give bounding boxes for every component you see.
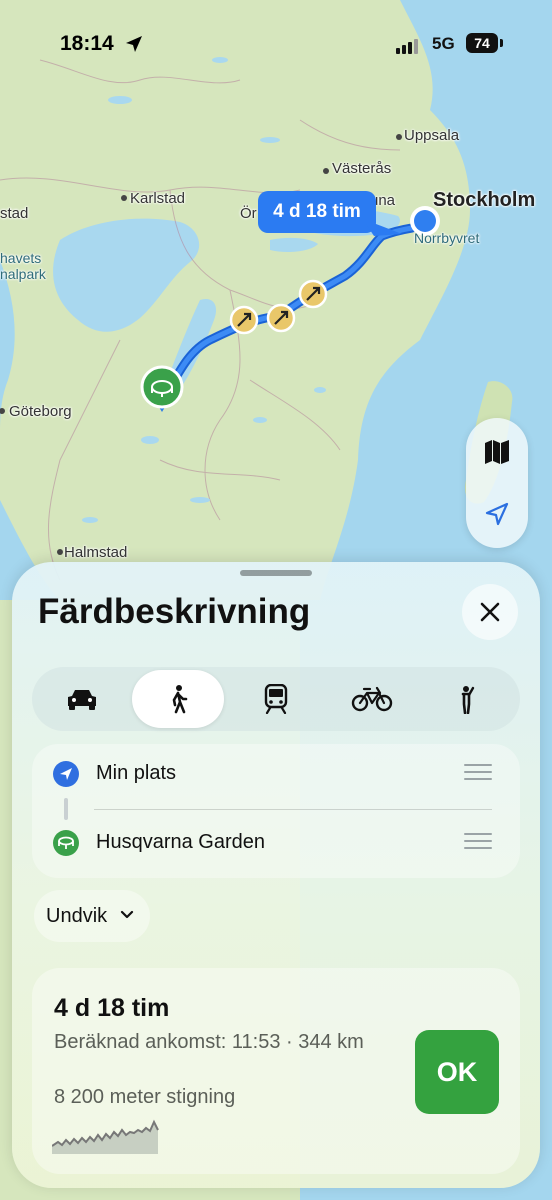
recenter-button[interactable]	[466, 484, 528, 544]
battery-tip	[500, 39, 503, 47]
map-label-nalpark: nalpark	[0, 266, 46, 282]
stop-destination[interactable]: Husqvarna Garden	[32, 813, 520, 873]
stop-origin-label: Min plats	[96, 762, 177, 784]
avoid-label: Undvik	[46, 905, 108, 927]
route-arrival: Beräknad ankomst: 11:53 · 344 km	[54, 1031, 364, 1053]
climb-marker[interactable]	[266, 303, 296, 333]
map-label-halmstad: Halmstad	[64, 544, 128, 561]
go-button[interactable]: OK	[415, 1030, 499, 1114]
eta-bubble-tail	[366, 224, 402, 236]
map-label-havets: havets	[0, 250, 42, 266]
climb-marker[interactable]	[229, 305, 259, 335]
mode-car[interactable]	[36, 670, 128, 728]
status-time: 18:14	[60, 32, 114, 55]
person-hailing-icon	[461, 686, 475, 714]
mode-walk[interactable]	[132, 670, 224, 728]
sheet-grabber[interactable]	[240, 570, 312, 576]
map-label-vasteras: Västerås	[332, 160, 392, 177]
drag-handle[interactable]	[464, 833, 492, 851]
map-label-orebro: Ör	[240, 205, 257, 222]
map-mode-button[interactable]	[466, 422, 528, 482]
map-label-karlstad: Karlstad	[130, 190, 186, 207]
map-label-stad: stad	[0, 205, 29, 222]
transport-mode-selector	[32, 667, 520, 731]
mode-rideshare[interactable]	[422, 670, 514, 728]
bicycle-icon	[351, 686, 393, 712]
sheet-title: Färdbeskrivning	[38, 592, 311, 631]
map-label-uppsala: Uppsala	[404, 127, 460, 144]
climb-marker[interactable]	[298, 279, 328, 309]
battery-icon: 74	[466, 33, 498, 53]
mode-transit[interactable]	[230, 670, 322, 728]
location-services-icon	[126, 36, 142, 52]
close-button[interactable]	[462, 584, 518, 640]
train-icon	[264, 684, 288, 714]
car-icon	[68, 690, 96, 710]
route-eta-bubble[interactable]: 4 d 18 tim	[258, 191, 376, 233]
directions-sheet: Färdbeskrivning Min plats Husqvarna Gard…	[12, 562, 540, 1188]
route-duration: 4 d 18 tim	[54, 994, 170, 1022]
stop-destination-label: Husqvarna Garden	[96, 831, 265, 853]
mode-bike[interactable]	[326, 670, 418, 728]
location-arrow-icon	[485, 502, 509, 526]
stop-origin[interactable]: Min plats	[32, 744, 520, 804]
elevation-profile	[52, 1119, 159, 1154]
cellular-signal-icon	[396, 39, 418, 54]
stadium-icon	[53, 830, 79, 856]
map-controls	[466, 418, 528, 548]
map-label-goteborg: Göteborg	[9, 403, 72, 420]
map-label-norrbyvret: Norrbyvret	[414, 230, 480, 246]
avoid-button[interactable]: Undvik	[34, 890, 150, 942]
map-icon	[485, 440, 509, 464]
route-option-card[interactable]: 4 d 18 tim Beräknad ankomst: 11:53 · 344…	[32, 968, 520, 1174]
route-climb: 8 200 meter stigning	[54, 1086, 236, 1108]
drag-handle[interactable]	[464, 764, 492, 782]
map-label-stockholm: Stockholm	[433, 189, 536, 211]
route-stops: Min plats Husqvarna Garden	[32, 744, 520, 878]
status-bar: 18:14 5G 74	[0, 28, 552, 64]
location-arrow-icon	[53, 761, 79, 787]
network-type: 5G	[432, 34, 455, 53]
chevron-down-icon	[120, 910, 134, 919]
stop-divider	[94, 809, 492, 810]
close-icon	[480, 602, 500, 622]
walking-icon	[172, 685, 188, 714]
